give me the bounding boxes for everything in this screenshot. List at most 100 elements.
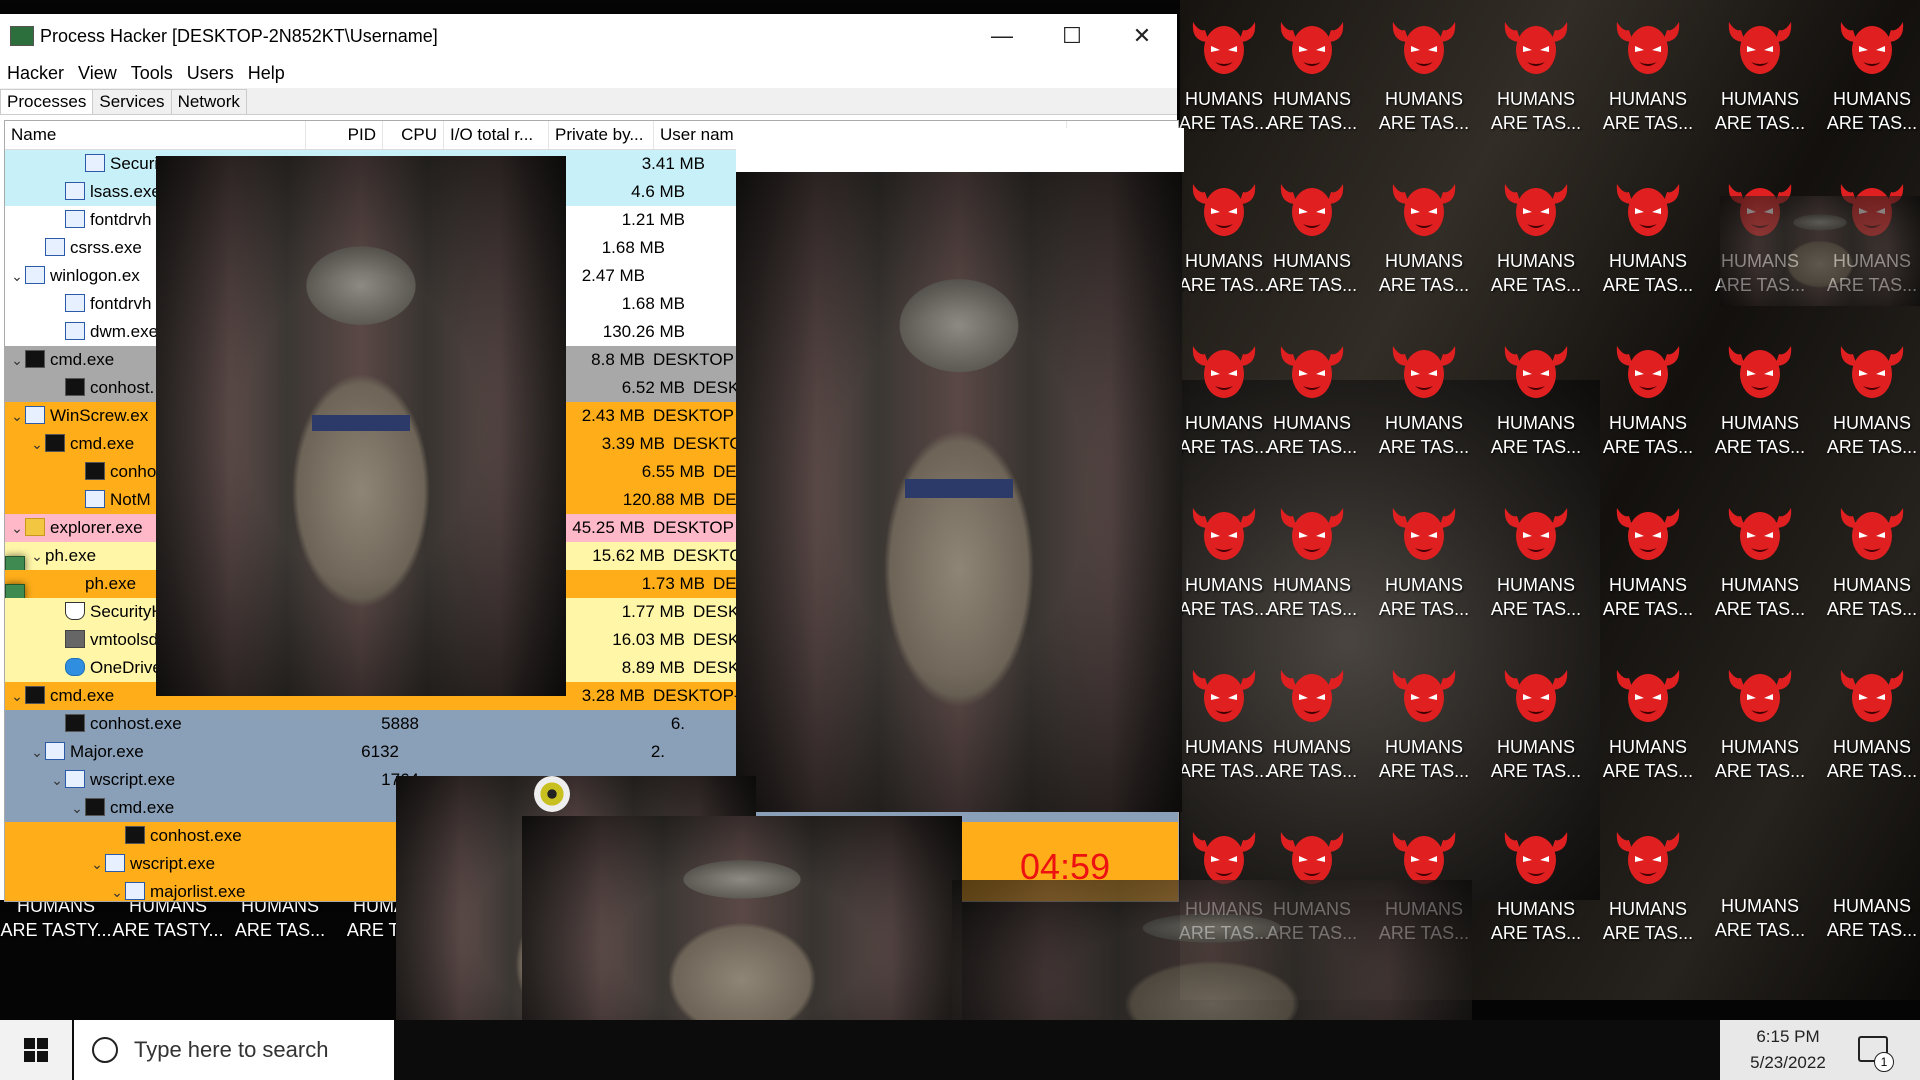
desktop-shortcut[interactable]: HUMANSARE TAS... — [1256, 332, 1368, 492]
devil-icon — [1280, 184, 1344, 236]
process-name: conhost. — [90, 378, 155, 397]
expand-chevron-icon[interactable]: ⌄ — [109, 878, 125, 901]
expand-chevron-icon[interactable]: ⌄ — [29, 542, 45, 570]
desktop-shortcut[interactable]: HUMANSARE TAS... — [1704, 656, 1816, 816]
desktop-shortcut[interactable]: HUMANSARE TAS... — [1704, 332, 1816, 492]
popup-window-titlebar[interactable] — [736, 128, 1184, 172]
devil-icon — [1280, 508, 1344, 560]
devil-icon — [1504, 508, 1568, 560]
desktop-shortcut[interactable]: HUMANSARE TAS... — [1480, 8, 1592, 168]
expand-chevron-icon[interactable]: ⌄ — [9, 514, 25, 542]
taskbar-clock[interactable]: 6:15 PM 5/23/2022 — [1738, 1024, 1838, 1076]
expand-chevron-icon[interactable]: ⌄ — [9, 262, 25, 290]
private-bytes-cell: 6. — [670, 714, 685, 733]
process-icon — [65, 658, 85, 676]
process-name: SecurityH — [90, 602, 164, 621]
expand-chevron-icon[interactable]: ⌄ — [49, 766, 65, 794]
desktop-shortcut[interactable]: HUMANSARE TAS... — [1704, 8, 1816, 168]
process-name: lsass.exe — [90, 182, 161, 201]
maximize-button[interactable]: ☐ — [1037, 14, 1107, 58]
title-bar[interactable]: Process Hacker [DESKTOP-2N852KT\Username… — [0, 14, 1177, 58]
desktop-shortcut[interactable]: HUMANSARE TAS... — [1816, 494, 1920, 654]
shortcut-label-line1: HUMANS — [1496, 413, 1575, 433]
desktop-shortcut[interactable]: HUMANSARE TAS... — [1480, 170, 1592, 330]
desktop-shortcut[interactable]: HUMANSARE TAS... — [1368, 8, 1480, 168]
expand-chevron-icon[interactable]: ⌄ — [29, 430, 45, 458]
shortcut-label-line2: ARE TAS... — [1378, 761, 1470, 781]
taskbar-search-box[interactable]: Type here to search — [74, 1020, 394, 1080]
desktop-shortcut[interactable]: HUMANSARE TAS... — [1256, 8, 1368, 168]
menu-users[interactable]: Users — [180, 63, 241, 84]
tab-network[interactable]: Network — [170, 89, 247, 114]
private-bytes-cell: 15.62 MB — [592, 546, 665, 565]
desktop-shortcut[interactable]: HUMANSARE TAS... — [1816, 894, 1920, 954]
desktop-shortcut[interactable]: HUMANSARE TAS... — [1368, 656, 1480, 816]
desktop-shortcut[interactable]: HUMANSARE TAS... — [1592, 170, 1704, 330]
desktop-shortcut[interactable]: HUMANS ARE TASTY... — [112, 894, 224, 954]
devil-icon — [1280, 670, 1344, 722]
menu-hacker[interactable]: Hacker — [0, 63, 71, 84]
expand-chevron-icon[interactable]: ⌄ — [9, 682, 25, 710]
desktop-shortcut[interactable]: HUMANSARE TAS... — [224, 894, 336, 954]
desktop-shortcut[interactable]: HUMANSARE TAS... — [1704, 894, 1816, 954]
desktop-shortcut[interactable]: HUMANSARE TAS... — [1816, 8, 1920, 168]
desktop-shortcut[interactable]: HUMANSARE TAS... — [1592, 8, 1704, 168]
shortcut-label-line2: ARE TAS... — [1602, 761, 1694, 781]
devil-icon — [1616, 832, 1680, 884]
tab-services[interactable]: Services — [92, 89, 172, 114]
desktop-shortcut[interactable]: HUMANSARE TAS... — [1592, 818, 1704, 978]
search-icon — [92, 1037, 118, 1063]
desktop-shortcut[interactable]: HUMANSARE TAS... — [1256, 656, 1368, 816]
desktop-shortcut[interactable]: HUMANS ARE TASTY... — [0, 894, 112, 954]
desktop-shortcut[interactable]: HUMANSARE TAS... — [1256, 170, 1368, 330]
desktop-shortcut[interactable]: HUMANSARE TAS... — [1368, 170, 1480, 330]
desktop-shortcut[interactable]: HUMANSARE TAS... — [1368, 494, 1480, 654]
shortcut-label-line1: HUMANS — [1832, 737, 1911, 757]
shortcut-label-line2: ARE TAS... — [1826, 599, 1918, 619]
desktop-shortcut[interactable]: HUMANSARE TAS... — [1592, 332, 1704, 492]
process-icon — [25, 350, 45, 368]
menu-help[interactable]: Help — [241, 63, 292, 84]
expand-chevron-icon[interactable]: ⌄ — [69, 794, 85, 822]
desktop-shortcut[interactable]: HUMANSARE TAS... — [1480, 818, 1592, 978]
menu-bar: Hacker View Tools Users Help — [0, 58, 1177, 88]
desktop-shortcut[interactable]: HUMANSARE TAS... — [1256, 494, 1368, 654]
desktop-shortcut[interactable]: HUMANSARE TAS... — [1480, 332, 1592, 492]
start-button[interactable] — [0, 1020, 72, 1080]
menu-tools[interactable]: Tools — [124, 63, 180, 84]
devil-icon — [1616, 508, 1680, 560]
column-cpu[interactable]: CPU — [383, 121, 444, 149]
shortcut-label-line2: ARE TAS... — [1602, 923, 1694, 943]
desktop-shortcut[interactable]: HUMANSARE TAS... — [1368, 332, 1480, 492]
shortcut-label-line2: ARE TAS... — [1602, 599, 1694, 619]
desktop-shortcut[interactable]: HUMANSARE TAS... — [1592, 494, 1704, 654]
minimize-button[interactable]: — — [967, 14, 1037, 58]
shortcut-label-line1: HUMANS — [1720, 89, 1799, 109]
column-private-bytes[interactable]: Private by... — [549, 121, 654, 149]
expand-chevron-icon[interactable]: ⌄ — [9, 402, 25, 430]
window-title: Process Hacker [DESKTOP-2N852KT\Username… — [40, 25, 438, 46]
tab-processes[interactable]: Processes — [0, 89, 94, 114]
notification-badge: 1 — [1874, 1052, 1894, 1072]
devil-icon — [1504, 184, 1568, 236]
close-button[interactable]: ✕ — [1107, 14, 1177, 58]
expand-chevron-icon[interactable]: ⌄ — [89, 850, 105, 878]
expand-chevron-icon[interactable]: ⌄ — [29, 738, 45, 766]
desktop-shortcut[interactable]: HUMANSARE TAS... — [1704, 494, 1816, 654]
column-pid[interactable]: PID — [306, 121, 383, 149]
shortcut-label-line1: HUMANS — [1720, 896, 1799, 916]
column-name[interactable]: Name — [5, 121, 306, 149]
menu-view[interactable]: View — [71, 63, 124, 84]
desktop-shortcut[interactable]: HUMANSARE TAS... — [1480, 494, 1592, 654]
shortcut-label-line1: HUMANS — [1832, 413, 1911, 433]
devil-icon — [1616, 22, 1680, 74]
column-io[interactable]: I/O total r... — [444, 121, 549, 149]
desktop-shortcut[interactable]: HUMANSARE TAS... — [1816, 656, 1920, 816]
tab-strip: Processes Services Network — [0, 88, 1177, 115]
shortcut-label-line2: ARE TAS... — [1602, 113, 1694, 133]
process-name: ph.exe — [85, 574, 137, 593]
desktop-shortcut[interactable]: HUMANSARE TAS... — [1592, 656, 1704, 816]
desktop-shortcut[interactable]: HUMANSARE TAS... — [1816, 332, 1920, 492]
desktop-shortcut[interactable]: HUMANSARE TAS... — [1480, 656, 1592, 816]
expand-chevron-icon[interactable]: ⌄ — [9, 346, 25, 374]
